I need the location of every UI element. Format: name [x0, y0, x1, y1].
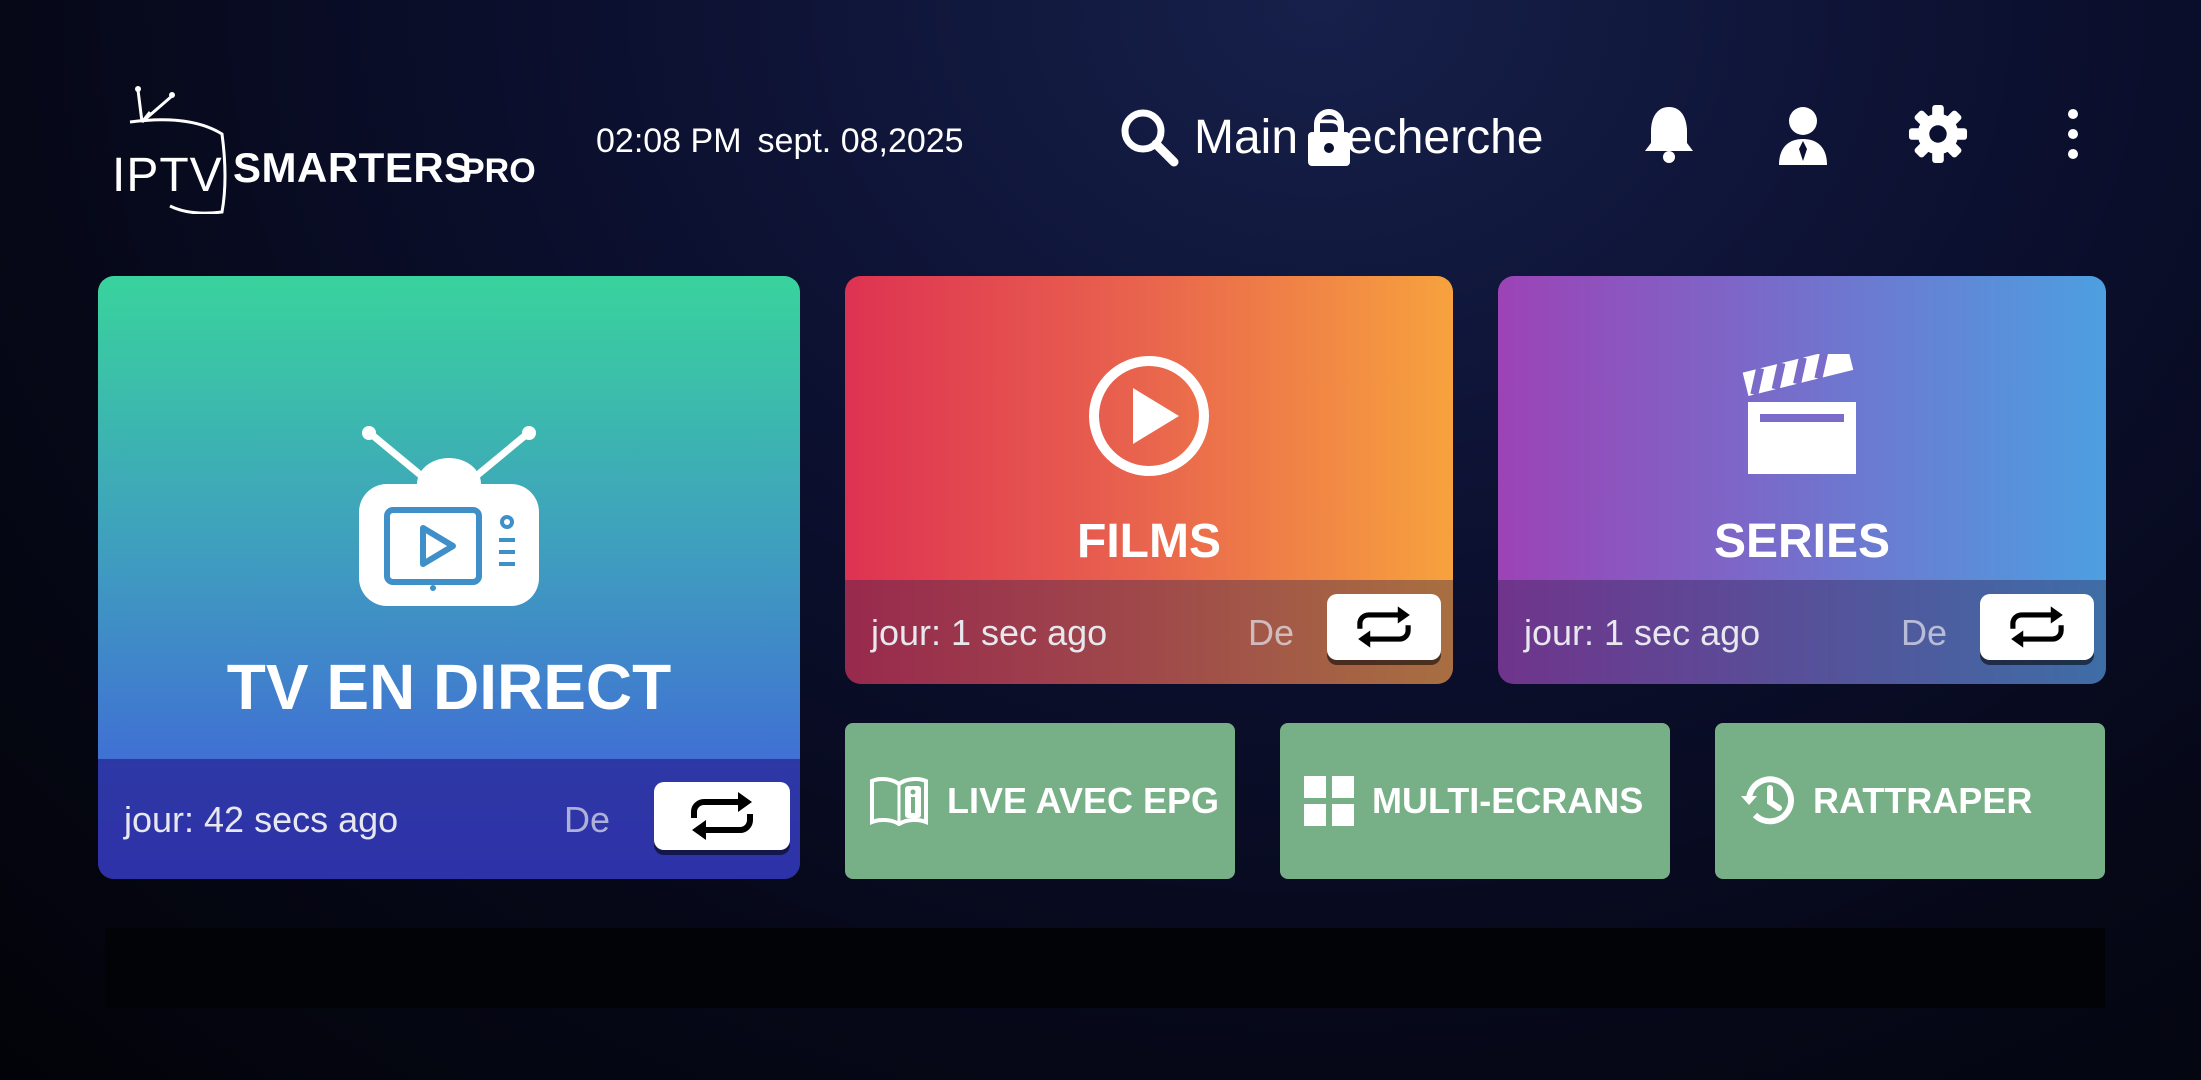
more-icon — [2068, 109, 2078, 159]
logo-pro-text: PRO — [462, 152, 536, 190]
tile-series-title: SERIES — [1713, 515, 1891, 568]
tile-series[interactable]: SERIES jour: 1 sec ago De — [1498, 276, 2106, 684]
refresh-icon — [2010, 606, 2064, 648]
more-options-button[interactable] — [2043, 102, 2103, 166]
refresh-films-button[interactable] — [1327, 594, 1441, 660]
tv-icon — [359, 426, 539, 606]
logo-smarters-text: SMARTERS — [233, 144, 473, 191]
history-icon — [1741, 776, 1794, 825]
search-icon — [1121, 109, 1179, 167]
refresh-live-button[interactable] — [654, 782, 790, 850]
notifications-button[interactable] — [1639, 102, 1699, 166]
user-icon — [1779, 107, 1827, 165]
tile-series-footer: jour: 1 sec ago De — [1498, 580, 2106, 684]
main-search-button[interactable]: Main Recherche — [1118, 102, 1544, 172]
tile-films-title: FILMS — [1077, 515, 1221, 568]
tile-series-truncated-label: De — [1901, 612, 1948, 653]
refresh-icon — [691, 792, 753, 840]
live-epg-button[interactable]: LIVE AVEC EPG — [845, 723, 1235, 879]
play-circle-icon — [1089, 356, 1209, 476]
grid-icon — [1304, 776, 1354, 826]
tile-live-footer: jour: 42 secs ago De — [98, 759, 800, 879]
catchup-button[interactable]: RATTRAPER — [1715, 723, 2105, 879]
app-logo: IPTV SMARTERS PRO — [110, 84, 540, 214]
bell-icon — [1645, 107, 1693, 163]
search-label: Main Recherche — [1194, 110, 1544, 164]
clapperboard-icon — [1742, 354, 1856, 474]
refresh-icon — [1357, 606, 1411, 648]
tile-live-title: TV EN DIRECT — [226, 651, 672, 723]
tile-films-footer: jour: 1 sec ago De — [845, 580, 1453, 684]
tile-films-truncated-label: De — [1248, 612, 1295, 653]
multi-screen-button[interactable]: MULTI-ECRANS — [1280, 723, 1670, 879]
multi-screen-label: MULTI-ECRANS — [1372, 780, 1644, 821]
logo-iptv-text: IPTV — [112, 149, 223, 202]
clock-date: sept. 08,2025 — [757, 122, 964, 160]
tile-live-tv[interactable]: TV EN DIRECT jour: 42 secs ago De — [98, 276, 800, 879]
clock-time: 02:08 PM — [596, 122, 742, 160]
gear-icon — [1908, 104, 1968, 164]
tile-series-updated: jour: 1 sec ago — [1524, 612, 1761, 653]
bottom-banner — [105, 928, 2105, 1008]
tile-films[interactable]: FILMS jour: 1 sec ago De — [845, 276, 1453, 684]
tile-films-updated: jour: 1 sec ago — [871, 612, 1108, 653]
settings-button[interactable] — [1908, 102, 1968, 166]
book-info-icon — [870, 777, 928, 826]
tile-live-updated: jour: 42 secs ago — [124, 799, 399, 840]
tile-live-truncated-label: De — [564, 799, 611, 840]
live-epg-label: LIVE AVEC EPG — [947, 780, 1220, 821]
catchup-label: RATTRAPER — [1813, 780, 2033, 821]
lock-icon — [1308, 109, 1350, 166]
datetime: 02:08 PM sept. 08,2025 — [596, 122, 964, 161]
user-profile-button[interactable] — [1773, 102, 1833, 166]
refresh-series-button[interactable] — [1980, 594, 2094, 660]
